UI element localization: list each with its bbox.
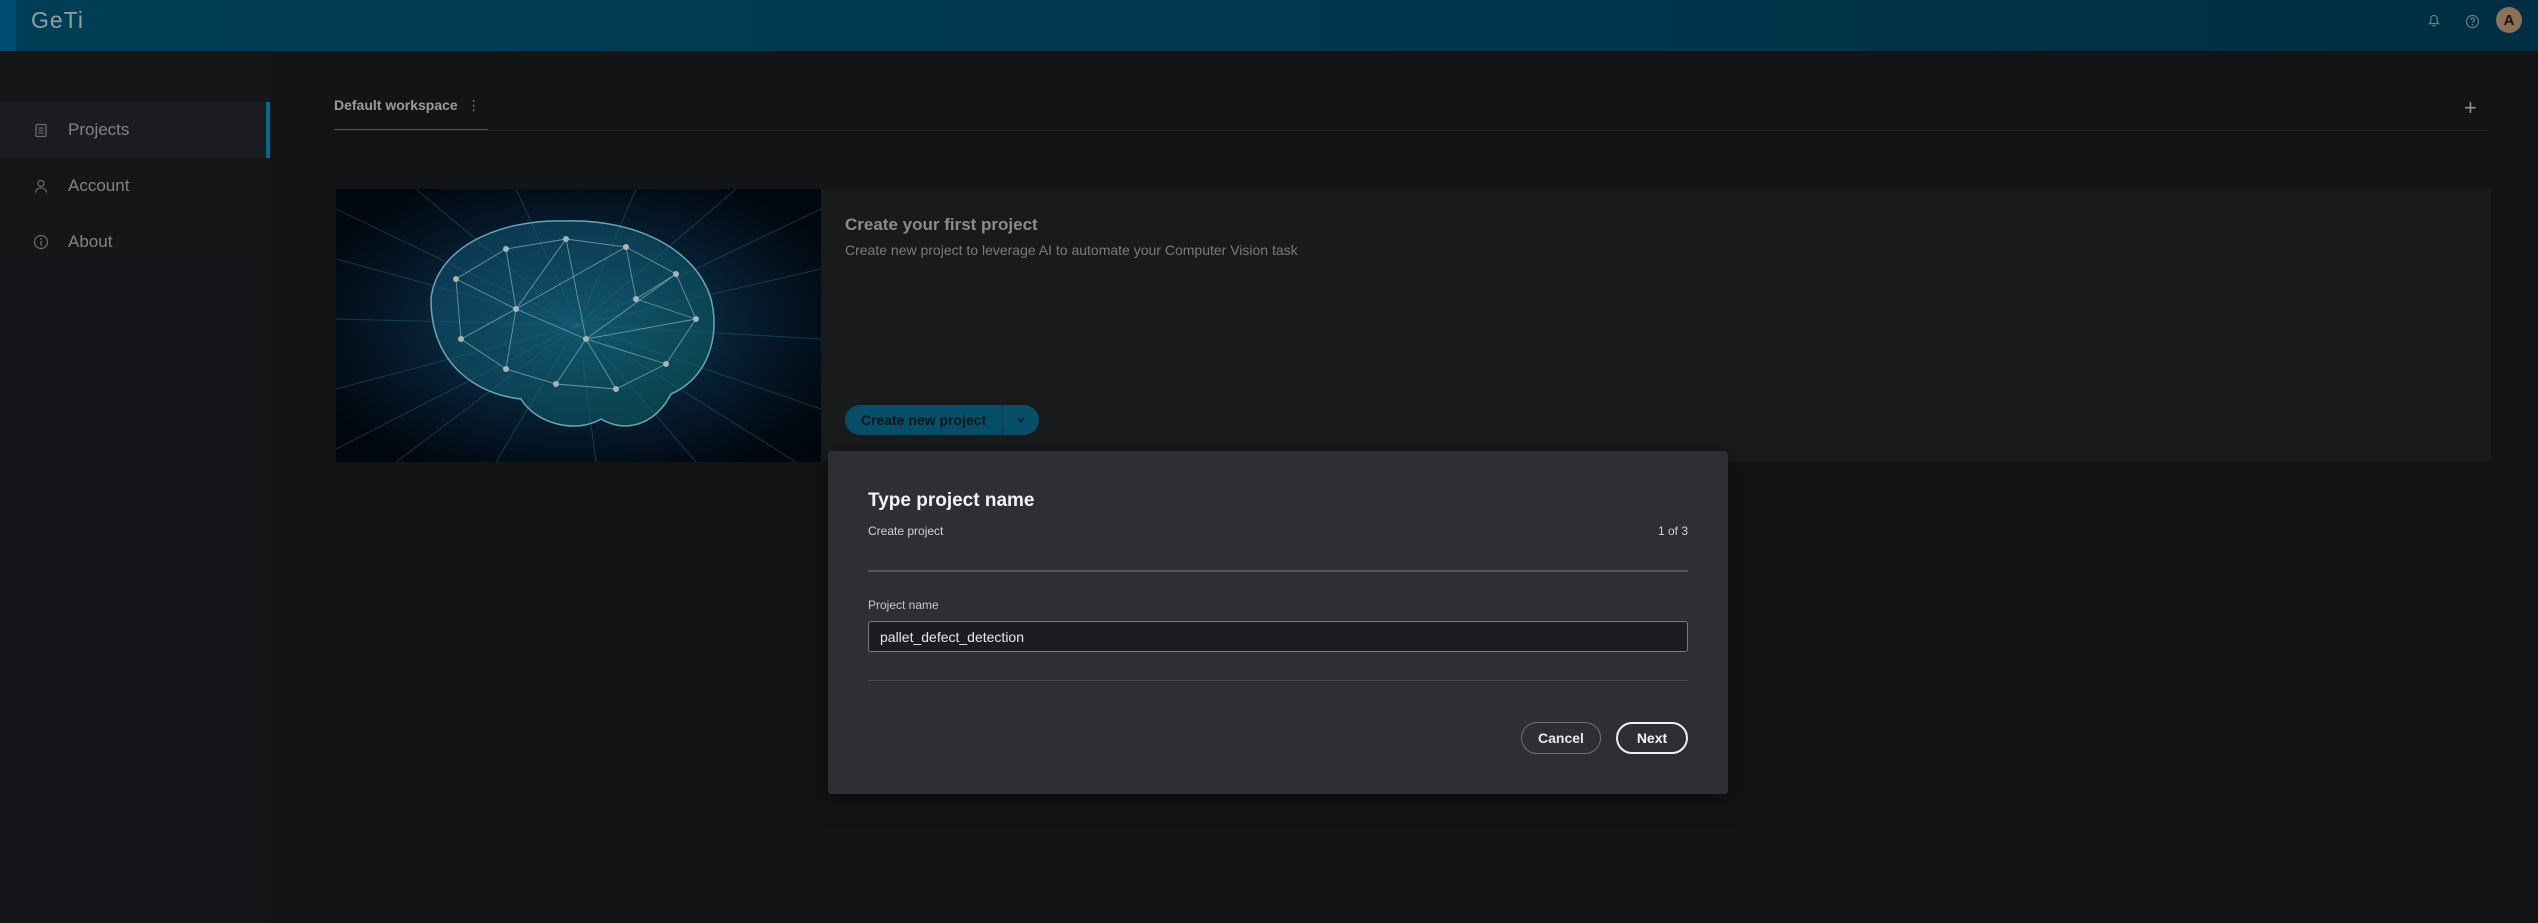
- next-button[interactable]: Next: [1616, 722, 1688, 754]
- dialog-divider: [868, 570, 1688, 572]
- cancel-button[interactable]: Cancel: [1521, 722, 1601, 754]
- dialog-divider: [868, 680, 1688, 681]
- project-name-label: Project name: [868, 598, 939, 612]
- step-indicator: 1 of 3: [1657, 524, 1688, 538]
- dialog-subtitle: Create project: [868, 524, 944, 538]
- dialog-title: Type project name: [868, 490, 1035, 511]
- create-project-dialog: Type project name Create project 1 of 3 …: [828, 451, 1728, 794]
- project-name-input[interactable]: [868, 621, 1688, 652]
